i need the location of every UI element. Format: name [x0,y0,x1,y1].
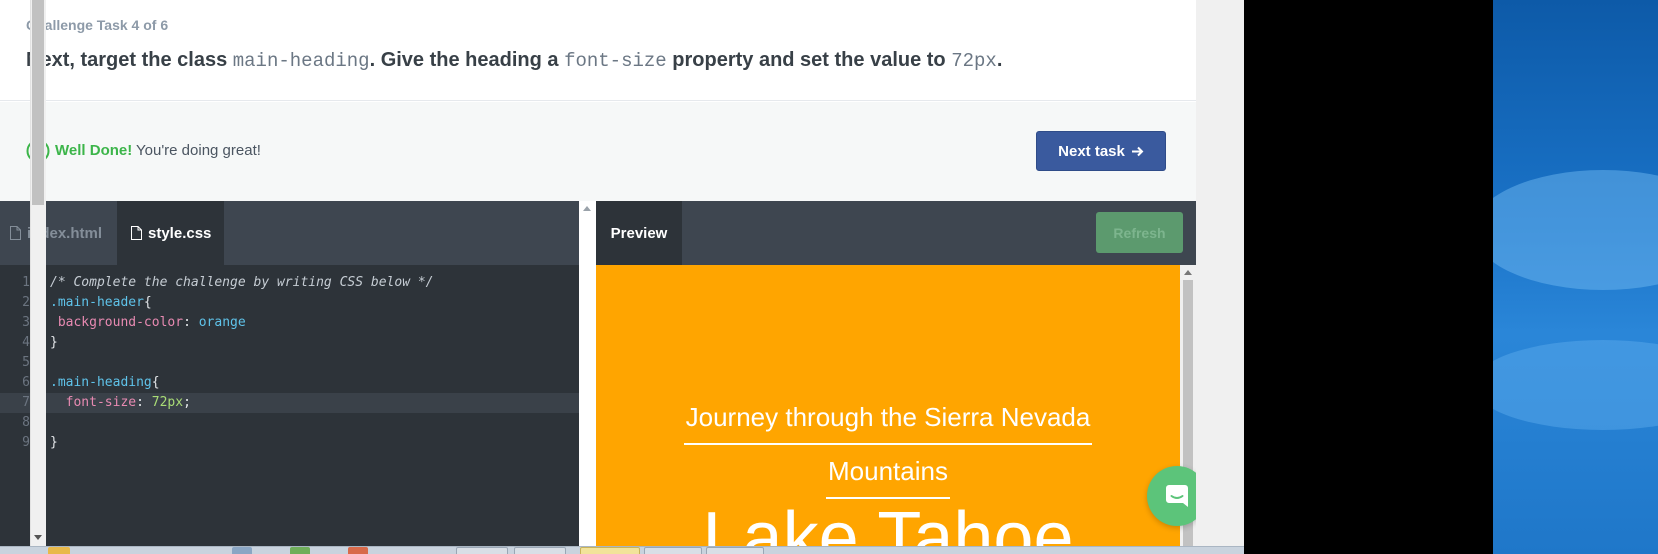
line-number: 2 [22,295,30,310]
code-property: font-size [50,395,137,410]
task-counter: Challenge Task 4 of 6 [26,17,169,33]
desktop-background [1244,0,1493,554]
taskbar-item[interactable] [456,547,508,554]
task-code-value: 72px [951,50,997,72]
scroll-up-arrow-icon[interactable] [583,206,591,211]
success-message: You're doing great! [136,142,261,159]
code-line: 9} [0,433,579,453]
tab-preview[interactable]: Preview [596,201,682,265]
code-selector: .main-heading [50,375,152,390]
code-punct: { [143,295,152,310]
code-line: 4} [0,333,579,353]
task-text-part: . Give the heading a [369,49,565,71]
next-task-label: Next task [1058,142,1125,160]
line-content: } [50,333,58,353]
task-text-part: . [996,49,1003,71]
editor-tab-bar: index.html style.css [0,201,579,265]
line-content: .main-heading{ [50,373,160,393]
line-number: 7 [22,395,30,410]
code-value: 72px [151,395,184,410]
chat-icon [1166,485,1188,507]
preview-frame: Journey through the Sierra Nevada Mounta… [596,265,1180,554]
file-icon [131,226,142,240]
taskbar [0,546,1244,554]
preview-pane: Preview Refresh Journey through the Sier… [596,201,1196,554]
line-number: 8 [22,415,30,430]
line-content: } [50,433,58,453]
code-line-active: 7 font-size: 72px; [0,393,579,413]
code-comment: /* Complete the challenge by writing CSS… [50,275,434,290]
challenge-page: Challenge Task 4 of 6 Next, target the c… [0,0,1196,554]
tab-style-css[interactable]: style.css [117,201,224,265]
taskbar-item[interactable] [514,547,566,554]
code-line: 8 [0,413,579,433]
preview-heading-line1: Journey through the Sierra Nevada [683,391,1093,445]
task-code-class: main-heading [232,50,370,72]
code-line: 3 background-color: orange [0,313,579,333]
taskbar-item[interactable] [706,547,764,554]
code-line: 1 /* Complete the challenge by writing CS… [0,273,579,293]
task-code-property: font-size [564,50,667,72]
task-header: Challenge Task 4 of 6 Next, target the c… [0,0,1196,101]
preview-heading: Journey through the Sierra Nevada Mounta… [596,391,1180,499]
arrow-right-icon [1131,146,1144,156]
line-number: 4 [22,335,30,350]
tab-label: style.css [148,224,212,242]
code-value: orange [198,315,246,330]
taskbar-item[interactable] [232,547,252,554]
line-number: 3 [22,315,30,330]
code-area[interactable]: 1 /* Complete the challenge by writing CS… [0,273,579,453]
task-text-part: Next, target the class [26,49,233,71]
preview-toolbar: Preview Refresh [596,201,1196,265]
taskbar-item[interactable] [644,547,702,554]
preview-heading-line2: Mountains [826,445,950,499]
tab-index-html[interactable]: index.html [0,201,117,265]
wallpaper-wave [1493,340,1658,430]
line-number: 6 [22,375,30,390]
code-punct: } [50,335,58,350]
scroll-down-arrow-icon[interactable] [34,535,42,540]
pane-splitter[interactable] [579,201,596,554]
line-number: 9 [22,435,30,450]
code-editor: index.html style.css 1 /* Complete the ch… [0,201,579,554]
line-content: background-color: orange [50,313,246,333]
file-icon [10,226,21,240]
next-task-button[interactable]: Next task [1036,131,1166,171]
line-content: /* Complete the challenge by writing CSS… [50,273,434,293]
taskbar-item[interactable] [290,547,310,554]
page-scrollbar-gutter [1196,0,1244,554]
code-line: 6 .main-heading{ [0,373,579,393]
taskbar-item[interactable] [580,547,640,554]
line-content: .main-header{ [50,293,152,313]
wallpaper-wave [1493,170,1658,290]
code-punct: { [151,375,160,390]
code-line: 2 .main-header{ [0,293,579,313]
refresh-button[interactable]: Refresh [1096,212,1183,253]
taskbar-item[interactable] [348,547,368,554]
code-punct: } [50,435,58,450]
code-property: background-color [50,315,184,330]
code-punct: : [183,315,199,330]
scroll-up-arrow-icon[interactable] [1184,270,1192,275]
success-title: Well Done! [55,142,133,159]
desktop-wallpaper [1493,0,1658,554]
code-punct: ; [183,395,191,410]
line-number: 1 [22,275,30,290]
line-content: font-size: 72px; [50,393,191,413]
task-text-part: property and set the value to [666,49,952,71]
taskbar-item[interactable] [48,547,70,554]
code-line: 5 [0,353,579,373]
line-number: 5 [22,355,30,370]
code-punct: : [136,395,152,410]
page-scrollbar-thumb[interactable] [32,0,44,205]
task-instructions: Next, target the class main-heading. Giv… [26,49,1002,72]
code-selector: .main-header [50,295,144,310]
